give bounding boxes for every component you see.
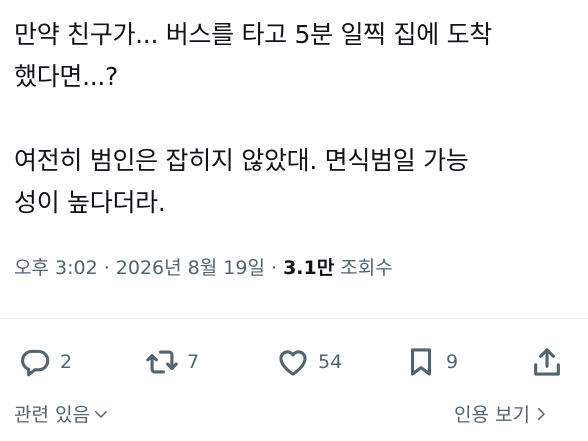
views-label: 조회수 — [334, 257, 393, 279]
like-count: 54 — [318, 351, 343, 373]
action-bar: 2 7 54 9 — [14, 342, 566, 382]
sort-relevant-label: 관련 있음 — [14, 404, 90, 426]
sort-relevant-dropdown[interactable]: 관련 있음 — [14, 400, 110, 427]
reply-count: 2 — [60, 351, 73, 373]
share-button[interactable] — [530, 342, 564, 382]
tweet-footer: 관련 있음 인용 보기 — [0, 400, 588, 434]
view-quotes-link[interactable]: 인용 보기 — [454, 400, 550, 427]
heart-icon — [279, 350, 307, 376]
divider — [0, 318, 588, 319]
reply-icon — [21, 349, 50, 377]
bookmark-count: 9 — [446, 351, 459, 373]
repost-icon — [146, 350, 178, 374]
like-button[interactable]: 54 — [276, 342, 342, 382]
chevron-down-icon — [94, 410, 107, 418]
views-count: 3.1만 — [283, 257, 335, 279]
chevron-right-icon — [537, 407, 545, 420]
tweet-time[interactable]: 오후 3:02 — [14, 257, 98, 279]
tweet-paragraph: 여전히 범인은 잡히지 않았대. 면식범일 가능 성이 높다더라. — [14, 146, 469, 217]
bookmark-icon — [410, 348, 432, 376]
repost-button[interactable]: 7 — [145, 342, 199, 382]
view-quotes-label: 인용 보기 — [454, 404, 530, 426]
repost-count: 7 — [187, 351, 200, 373]
share-icon — [534, 348, 560, 376]
bookmark-button[interactable]: 9 — [404, 342, 458, 382]
meta-separator: · — [97, 257, 116, 279]
meta-separator: · — [264, 257, 284, 279]
tweet-meta: 오후 3:02 · 2026년 8월 19일 · 3.1만 조회수 — [14, 255, 393, 281]
reply-button[interactable]: 2 — [18, 342, 72, 382]
tweet-date[interactable]: 2026년 8월 19일 — [116, 257, 265, 279]
tweet-paragraph: 만약 친구가... 버스를 타고 5분 일찍 집에 도착 했다면...? — [14, 20, 492, 91]
tweet-text: 만약 친구가... 버스를 타고 5분 일찍 집에 도착 했다면...? 여전히… — [14, 14, 574, 224]
